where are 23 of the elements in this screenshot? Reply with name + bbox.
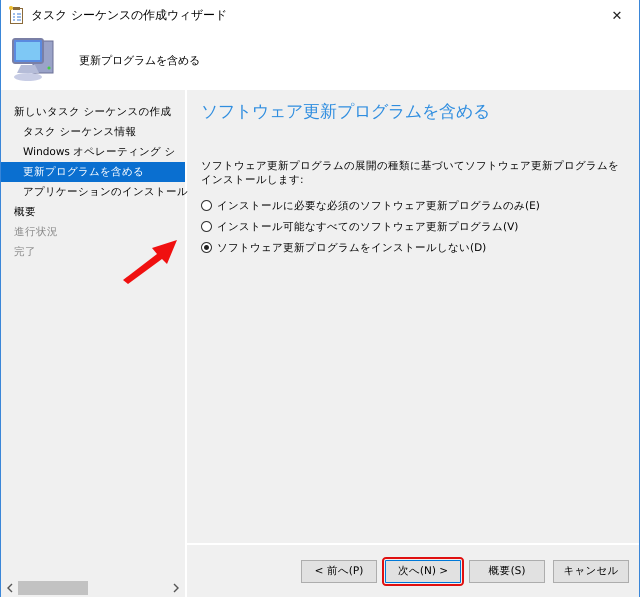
window-title: タスク シーケンスの作成ウィザード — [31, 6, 227, 24]
sidebar-item[interactable]: アプリケーションのインストール — [1, 182, 185, 202]
scroll-left-icon[interactable] — [6, 583, 14, 593]
sidebar-item[interactable]: 更新プログラムを含める — [1, 162, 185, 182]
close-button[interactable]: ✕ — [595, 0, 639, 30]
clipboard-icon — [9, 6, 25, 24]
radio-option[interactable]: ソフトウェア更新プログラムをインストールしない(D) — [201, 237, 625, 258]
wizard-button[interactable]: キャンセル — [553, 560, 629, 582]
header-title: 更新プログラムを含める — [79, 52, 200, 68]
radio-option[interactable]: インストール可能なすべてのソフトウェア更新プログラム(V) — [201, 216, 625, 237]
scroll-right-icon[interactable] — [172, 583, 180, 593]
radio-option[interactable]: インストールに必要な必須のソフトウェア更新プログラムのみ(E) — [201, 195, 625, 216]
page-title: ソフトウェア更新プログラムを含める — [201, 101, 491, 123]
wizard-button[interactable]: < 前へ(P) — [301, 560, 377, 582]
radio-button[interactable] — [201, 221, 212, 232]
radio-button[interactable] — [201, 200, 212, 211]
sidebar-item[interactable]: タスク シーケンス情報 — [1, 122, 185, 142]
description-text: ソフトウェア更新プログラムの展開の種類に基づいてソフトウェア更新プログラムをインストールします: — [201, 159, 620, 187]
radio-button[interactable] — [201, 242, 212, 253]
sidebar-item[interactable]: 新しいタスク シーケンスの作成 — [1, 102, 185, 122]
sidebar-item[interactable]: 概要 — [1, 202, 185, 222]
wizard-button[interactable]: 概要(S) — [469, 560, 545, 582]
sidebar-item[interactable]: Windows オペレーティング シ — [1, 142, 185, 162]
